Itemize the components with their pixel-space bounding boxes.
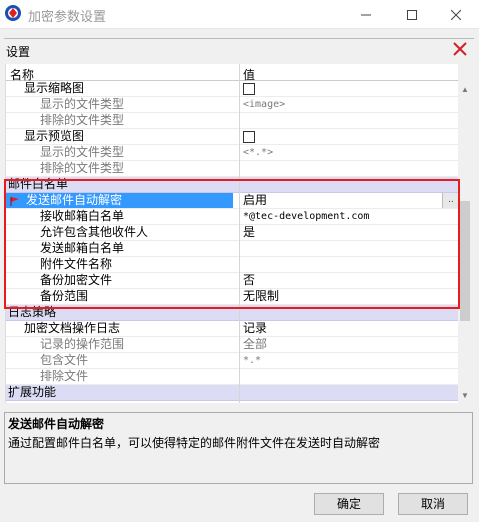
property-name: 接收邮箱白名单 bbox=[40, 209, 125, 223]
property-name: 附件文件名称 bbox=[40, 257, 113, 271]
ellipsis-button[interactable]: .. bbox=[442, 193, 458, 208]
property-name: 允许包含其他收件人 bbox=[40, 225, 149, 239]
property-name: 显示预览图 bbox=[24, 129, 85, 143]
grid-rows: 显示缩略图 显示的文件类型 <image> 排除的文件类型 显示预览图 显示的文件类型 <*… bbox=[6, 81, 458, 401]
property-row[interactable]: 附件文件名称 bbox=[6, 257, 458, 273]
close-icon bbox=[451, 9, 461, 20]
property-row[interactable]: 包含文件 *.* bbox=[6, 353, 458, 369]
description-panel: 发送邮件自动解密 通过配置邮件白名单，可以使得特定的邮件附件文件在发送时自动解密 bbox=[4, 412, 473, 484]
property-row[interactable]: 备份范围 无限制 bbox=[6, 289, 458, 305]
property-row[interactable]: 排除的文件类型 bbox=[6, 113, 458, 129]
minimize-button[interactable] bbox=[343, 0, 389, 29]
settings-panel-header: 设置 bbox=[4, 38, 474, 62]
property-row[interactable]: 显示的文件类型 <image> bbox=[6, 97, 458, 113]
property-row[interactable]: 排除的文件类型 bbox=[6, 161, 458, 177]
property-name: 包含文件 bbox=[40, 353, 89, 367]
property-row[interactable]: 接收邮箱白名单 *@tec-development.com bbox=[6, 209, 458, 225]
scroll-down-icon[interactable]: ▼ bbox=[458, 389, 472, 403]
maximize-button[interactable] bbox=[389, 0, 435, 29]
grid-header: 名称 值 bbox=[6, 64, 458, 82]
panel-title: 设置 bbox=[6, 45, 31, 59]
property-name: 排除的文件类型 bbox=[40, 113, 125, 127]
panel-close-icon[interactable] bbox=[452, 41, 468, 57]
property-row[interactable]: 发送邮箱白名单 bbox=[6, 241, 458, 257]
property-checkbox[interactable] bbox=[243, 83, 255, 95]
property-name: 显示的文件类型 bbox=[40, 97, 125, 111]
property-value[interactable]: *.* bbox=[243, 353, 261, 368]
minimize-icon bbox=[361, 14, 371, 15]
property-row[interactable]: 排除文件 bbox=[6, 369, 458, 385]
property-name: 显示缩略图 bbox=[24, 81, 85, 95]
property-row[interactable]: 发送邮件自动解密 启用.. bbox=[6, 193, 458, 209]
property-name: 记录的操作范围 bbox=[40, 337, 125, 351]
property-row[interactable]: 加密文档操作日志 记录 bbox=[6, 321, 458, 337]
property-value[interactable]: 记录 bbox=[243, 321, 267, 336]
property-name: 显示的文件类型 bbox=[40, 145, 125, 159]
property-name: 备份加密文件 bbox=[40, 273, 113, 287]
property-name: 扩展功能 bbox=[8, 385, 57, 399]
app-logo-icon bbox=[5, 5, 21, 21]
property-value[interactable]: 否 bbox=[243, 273, 255, 288]
property-name: 邮件白名单 bbox=[8, 177, 69, 191]
category-row[interactable]: 日志策略 bbox=[6, 305, 458, 321]
scroll-thumb[interactable] bbox=[460, 201, 470, 321]
maximize-icon bbox=[407, 9, 417, 20]
property-row[interactable]: 备份加密文件 否 bbox=[6, 273, 458, 289]
window-title: 加密参数设置 bbox=[28, 9, 107, 24]
property-value[interactable]: 全部 bbox=[243, 337, 267, 352]
property-name: 备份范围 bbox=[40, 289, 89, 303]
vertical-scrollbar[interactable]: ▲ ▼ bbox=[458, 81, 472, 403]
description-title: 发送邮件自动解密 bbox=[8, 417, 105, 431]
category-row[interactable]: 邮件白名单 bbox=[6, 177, 458, 193]
flag-icon bbox=[10, 197, 19, 206]
property-name: 日志策略 bbox=[8, 305, 57, 319]
property-name: 排除文件 bbox=[40, 369, 89, 383]
column-separator[interactable] bbox=[239, 64, 240, 403]
property-row[interactable]: 显示的文件类型 <*.*> bbox=[6, 145, 458, 161]
property-checkbox[interactable] bbox=[243, 131, 255, 143]
property-name: 加密文档操作日志 bbox=[24, 321, 121, 335]
property-value[interactable]: 启用 bbox=[243, 193, 267, 208]
property-value[interactable]: 是 bbox=[243, 225, 255, 240]
property-name: 发送邮箱白名单 bbox=[40, 241, 125, 255]
description-text: 通过配置邮件白名单，可以使得特定的邮件附件文件在发送时自动解密 bbox=[8, 436, 381, 450]
property-row[interactable]: 显示预览图 bbox=[6, 129, 458, 145]
ok-button[interactable]: 确定 bbox=[314, 493, 384, 515]
category-row[interactable]: 扩展功能 bbox=[6, 385, 458, 401]
property-row[interactable]: 记录的操作范围 全部 bbox=[6, 337, 458, 353]
property-row[interactable]: 允许包含其他收件人 是 bbox=[6, 225, 458, 241]
property-value[interactable]: *@tec-development.com bbox=[243, 209, 369, 224]
property-value[interactable]: 无限制 bbox=[243, 289, 279, 304]
property-row[interactable]: 显示缩略图 bbox=[6, 81, 458, 97]
scroll-up-icon[interactable]: ▲ bbox=[458, 83, 472, 97]
property-value[interactable]: <*.*> bbox=[243, 145, 273, 160]
property-name: 排除的文件类型 bbox=[40, 161, 125, 175]
cancel-button[interactable]: 取消 bbox=[398, 493, 468, 515]
property-grid[interactable]: 名称 值 显示缩略图 显示的文件类型 <image> 排除的文件类型 显示预览图 显示的文… bbox=[5, 64, 458, 403]
title-bar: 加密参数设置 bbox=[0, 0, 479, 29]
property-value[interactable]: <image> bbox=[243, 97, 285, 112]
close-window-button[interactable] bbox=[433, 0, 479, 29]
property-name: 发送邮件自动解密 bbox=[6, 193, 233, 208]
